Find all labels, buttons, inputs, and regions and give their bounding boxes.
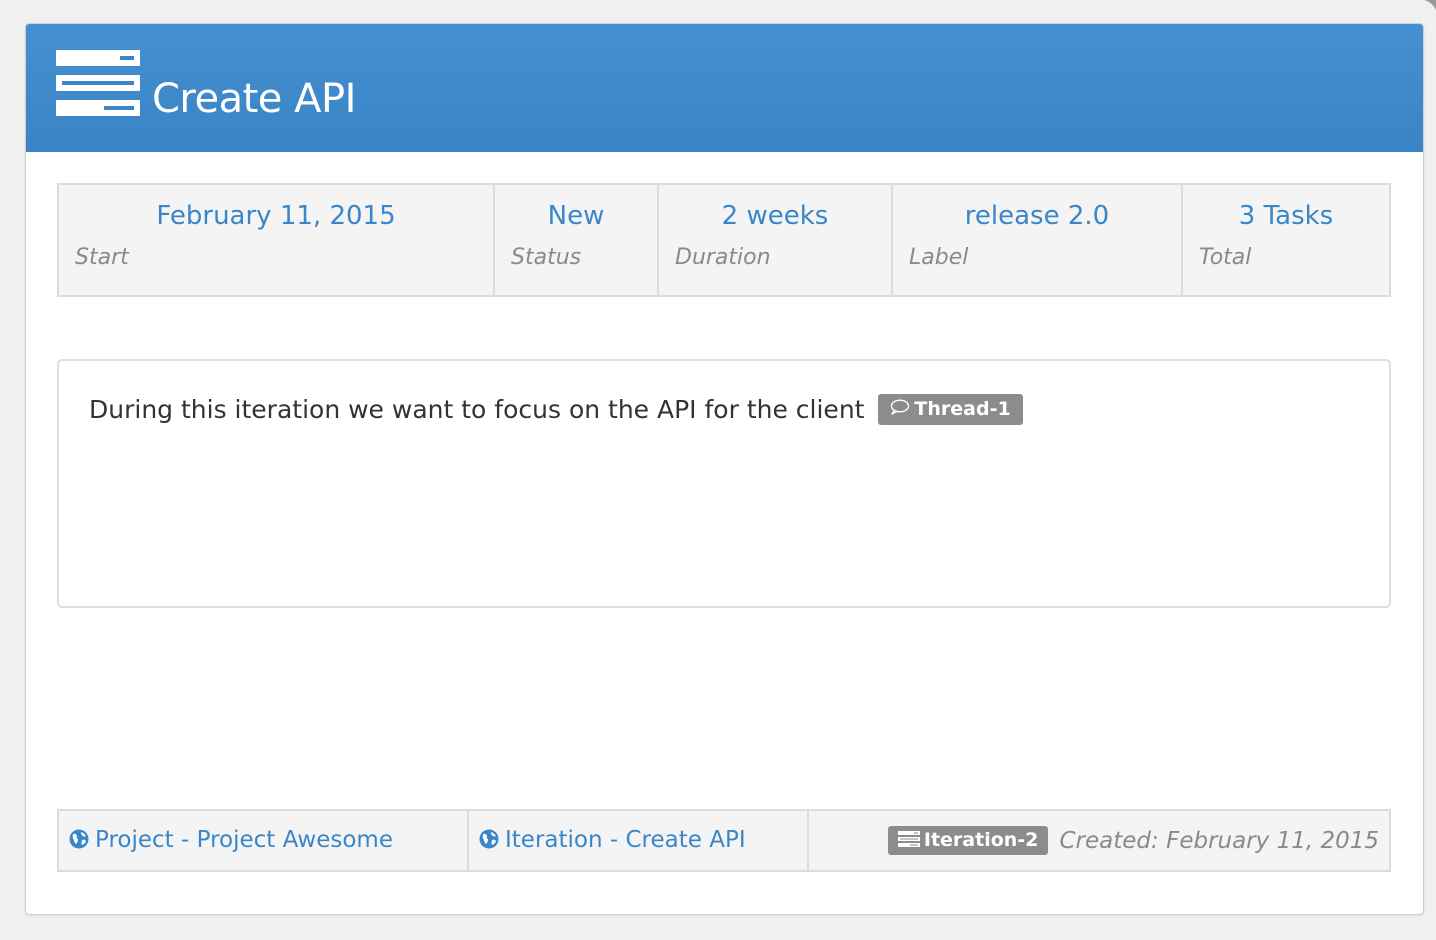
iteration-stack-icon xyxy=(897,830,920,847)
stat-status-value[interactable]: New xyxy=(495,201,657,231)
project-link-label: Project - Project Awesome xyxy=(95,827,393,853)
footer-meta-cell: Iteration-2 Created: February 11, 2015 xyxy=(809,811,1389,870)
stat-start-label: Start xyxy=(75,245,129,270)
stat-label-label: Label xyxy=(909,245,969,270)
footer-iteration-cell: Iteration - Create API xyxy=(469,811,809,870)
description-box: During this iteration we want to focus o… xyxy=(57,359,1391,608)
globe-icon xyxy=(479,829,499,848)
stat-start-value[interactable]: February 11, 2015 xyxy=(59,201,493,231)
thread-badge-label: Thread-1 xyxy=(914,397,1011,420)
stat-status-label: Status xyxy=(511,245,582,270)
stat-total-label: Total xyxy=(1199,245,1252,270)
footer-project-cell: Project - Project Awesome xyxy=(59,811,469,870)
iteration-link-label: Iteration - Create API xyxy=(505,827,746,853)
description: During this iteration we want to focus o… xyxy=(89,393,1023,427)
corner-shadow-icon xyxy=(1424,0,1436,10)
stat-start: February 11, 2015 Start xyxy=(59,185,495,295)
iteration-badge-label: Iteration-2 xyxy=(923,829,1039,851)
iteration-stack-icon xyxy=(56,50,140,116)
stat-duration-label: Duration xyxy=(675,245,771,270)
thread-badge[interactable]: Thread-1 xyxy=(878,393,1023,425)
globe-icon xyxy=(69,829,89,848)
stat-duration: 2 weeks Duration xyxy=(659,185,893,295)
stat-total: 3 Tasks Total xyxy=(1183,185,1389,295)
iteration-link[interactable]: Iteration - Create API xyxy=(479,827,746,853)
stat-duration-value[interactable]: 2 weeks xyxy=(659,201,891,231)
stat-status: New Status xyxy=(495,185,659,295)
comment-icon xyxy=(891,399,910,415)
project-link[interactable]: Project - Project Awesome xyxy=(69,827,393,853)
stat-label: release 2.0 Label xyxy=(893,185,1183,295)
created-date: Created: February 11, 2015 xyxy=(1059,827,1380,854)
iteration-panel: Create API February 11, 2015 Start New S… xyxy=(25,23,1424,915)
description-text: During this iteration we want to focus o… xyxy=(89,395,865,424)
stat-label-value[interactable]: release 2.0 xyxy=(893,201,1181,231)
footer-table: Project - Project Awesome Iteration - Cr… xyxy=(57,809,1391,872)
panel-header: Create API xyxy=(26,24,1423,152)
stat-total-value[interactable]: 3 Tasks xyxy=(1183,201,1389,231)
stats-table: February 11, 2015 Start New Status 2 wee… xyxy=(57,183,1391,297)
page-title: Create API xyxy=(152,76,356,122)
iteration-badge[interactable]: Iteration-2 xyxy=(887,826,1049,855)
footer-meta: Iteration-2 Created: February 11, 2015 xyxy=(887,826,1380,855)
